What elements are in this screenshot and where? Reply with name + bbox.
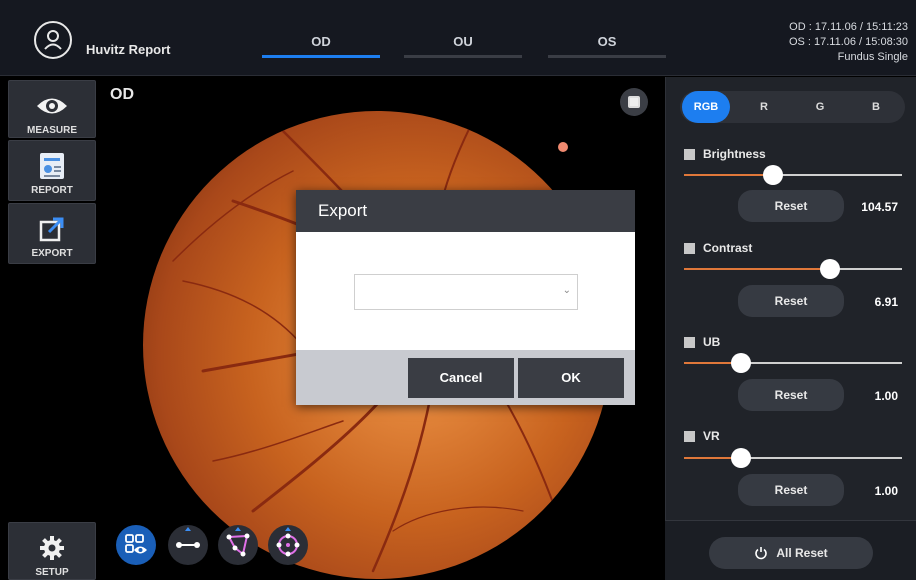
report-button[interactable]: REPORT <box>8 140 96 201</box>
app-header: Huvitz Report OD OU OS OD : 17.11.06 / 1… <box>0 0 916 76</box>
ub-value: 1.00 <box>874 389 898 403</box>
tab-ou-indicator <box>404 55 522 58</box>
eye-icon <box>35 91 69 121</box>
report-label: REPORT <box>31 185 73 196</box>
brightness-checkbox[interactable] <box>684 148 695 160</box>
channel-r[interactable]: R <box>740 91 788 123</box>
tool-indicator <box>185 527 191 531</box>
export-icon <box>39 214 65 244</box>
contrast-slider[interactable] <box>684 259 902 279</box>
brightness-reset-button[interactable]: Reset <box>738 190 844 222</box>
brightness-title: Brightness <box>684 147 766 161</box>
vr-reset-button[interactable]: Reset <box>738 474 844 506</box>
circle-measure-tool[interactable] <box>268 525 308 565</box>
all-reset-label: All Reset <box>776 546 828 560</box>
contrast-title: Contrast <box>684 241 752 255</box>
contrast-label: Contrast <box>703 241 753 255</box>
setup-button[interactable]: SETUP <box>8 522 96 580</box>
app-title: Huvitz Report <box>86 42 171 57</box>
ub-slider[interactable] <box>684 353 902 373</box>
circle-measure-icon <box>276 533 300 557</box>
contrast-value: 6.91 <box>874 295 898 309</box>
cancel-button[interactable]: Cancel <box>408 358 514 398</box>
os-timestamp: OS : 17.11.06 / 15:08:30 <box>788 36 908 48</box>
dialog-footer: Cancel OK <box>296 350 635 405</box>
marker-dot[interactable] <box>558 142 568 152</box>
slider-handle[interactable] <box>820 259 840 279</box>
eye-view-tool[interactable] <box>116 525 156 565</box>
dialog-title: Export <box>296 190 635 232</box>
slider-handle[interactable] <box>731 448 751 468</box>
vr-title: VR <box>684 429 720 443</box>
od-timestamp: OD : 17.11.06 / 15:11:23 <box>789 21 908 33</box>
report-icon <box>39 151 65 181</box>
capture-info: OD : 17.11.06 / 15:11:23 OS : 17.11.06 /… <box>789 20 908 65</box>
tab-ou[interactable]: OU <box>404 34 522 49</box>
panel-footer: All Reset <box>665 520 916 580</box>
export-format-select[interactable]: ⌄ <box>354 274 578 310</box>
vr-checkbox[interactable] <box>684 430 695 442</box>
brightness-value: 104.57 <box>861 200 898 214</box>
capture-mode: Fundus Single <box>837 51 908 63</box>
power-icon <box>755 547 768 560</box>
eye-view-icon <box>125 534 147 554</box>
brightness-slider[interactable] <box>684 165 902 185</box>
line-measure-tool[interactable] <box>168 525 208 565</box>
tab-od-indicator <box>262 55 380 58</box>
ok-button[interactable]: OK <box>518 358 624 398</box>
eye-side-label: OD <box>110 86 134 103</box>
slider-fill <box>684 174 773 176</box>
setup-label: SETUP <box>35 567 69 578</box>
tab-os[interactable]: OS <box>548 34 666 49</box>
user-icon[interactable] <box>34 21 72 59</box>
gear-icon <box>39 533 65 563</box>
tab-od[interactable]: OD <box>262 34 380 49</box>
contrast-checkbox[interactable] <box>684 242 695 254</box>
slider-handle[interactable] <box>731 353 751 373</box>
channel-b[interactable]: B <box>852 91 900 123</box>
ub-reset-button[interactable]: Reset <box>738 379 844 411</box>
fullscreen-toggle-button[interactable] <box>620 88 648 116</box>
measure-button[interactable]: MEASURE <box>8 80 96 138</box>
export-dialog: Export ⌄ Cancel OK <box>296 190 635 405</box>
line-measure-icon <box>176 542 200 548</box>
adjustment-panel: RGB R G B Brightness Reset 104.57 Contra… <box>665 77 916 520</box>
ub-title: UB <box>684 335 720 349</box>
export-button[interactable]: EXPORT <box>8 203 96 264</box>
vr-value: 1.00 <box>874 484 898 498</box>
channel-rgb[interactable]: RGB <box>682 91 730 123</box>
ub-label: UB <box>703 335 721 349</box>
polygon-measure-tool[interactable] <box>218 525 258 565</box>
channel-g[interactable]: G <box>796 91 844 123</box>
chevron-down-icon: ⌄ <box>562 285 571 296</box>
vr-label: VR <box>703 429 720 443</box>
ub-checkbox[interactable] <box>684 336 695 348</box>
slider-handle[interactable] <box>763 165 783 185</box>
channel-selector: RGB R G B <box>680 91 905 123</box>
export-label: EXPORT <box>31 248 73 259</box>
tool-indicator <box>235 527 241 531</box>
contrast-reset-button[interactable]: Reset <box>738 285 844 317</box>
all-reset-button[interactable]: All Reset <box>709 537 873 569</box>
tool-indicator <box>285 527 291 531</box>
slider-fill <box>684 268 830 270</box>
tab-os-indicator <box>548 55 666 58</box>
brightness-label: Brightness <box>703 147 766 161</box>
measure-label: MEASURE <box>26 125 77 136</box>
vr-slider[interactable] <box>684 448 902 468</box>
polygon-measure-icon <box>226 533 250 557</box>
square-icon <box>628 96 640 108</box>
